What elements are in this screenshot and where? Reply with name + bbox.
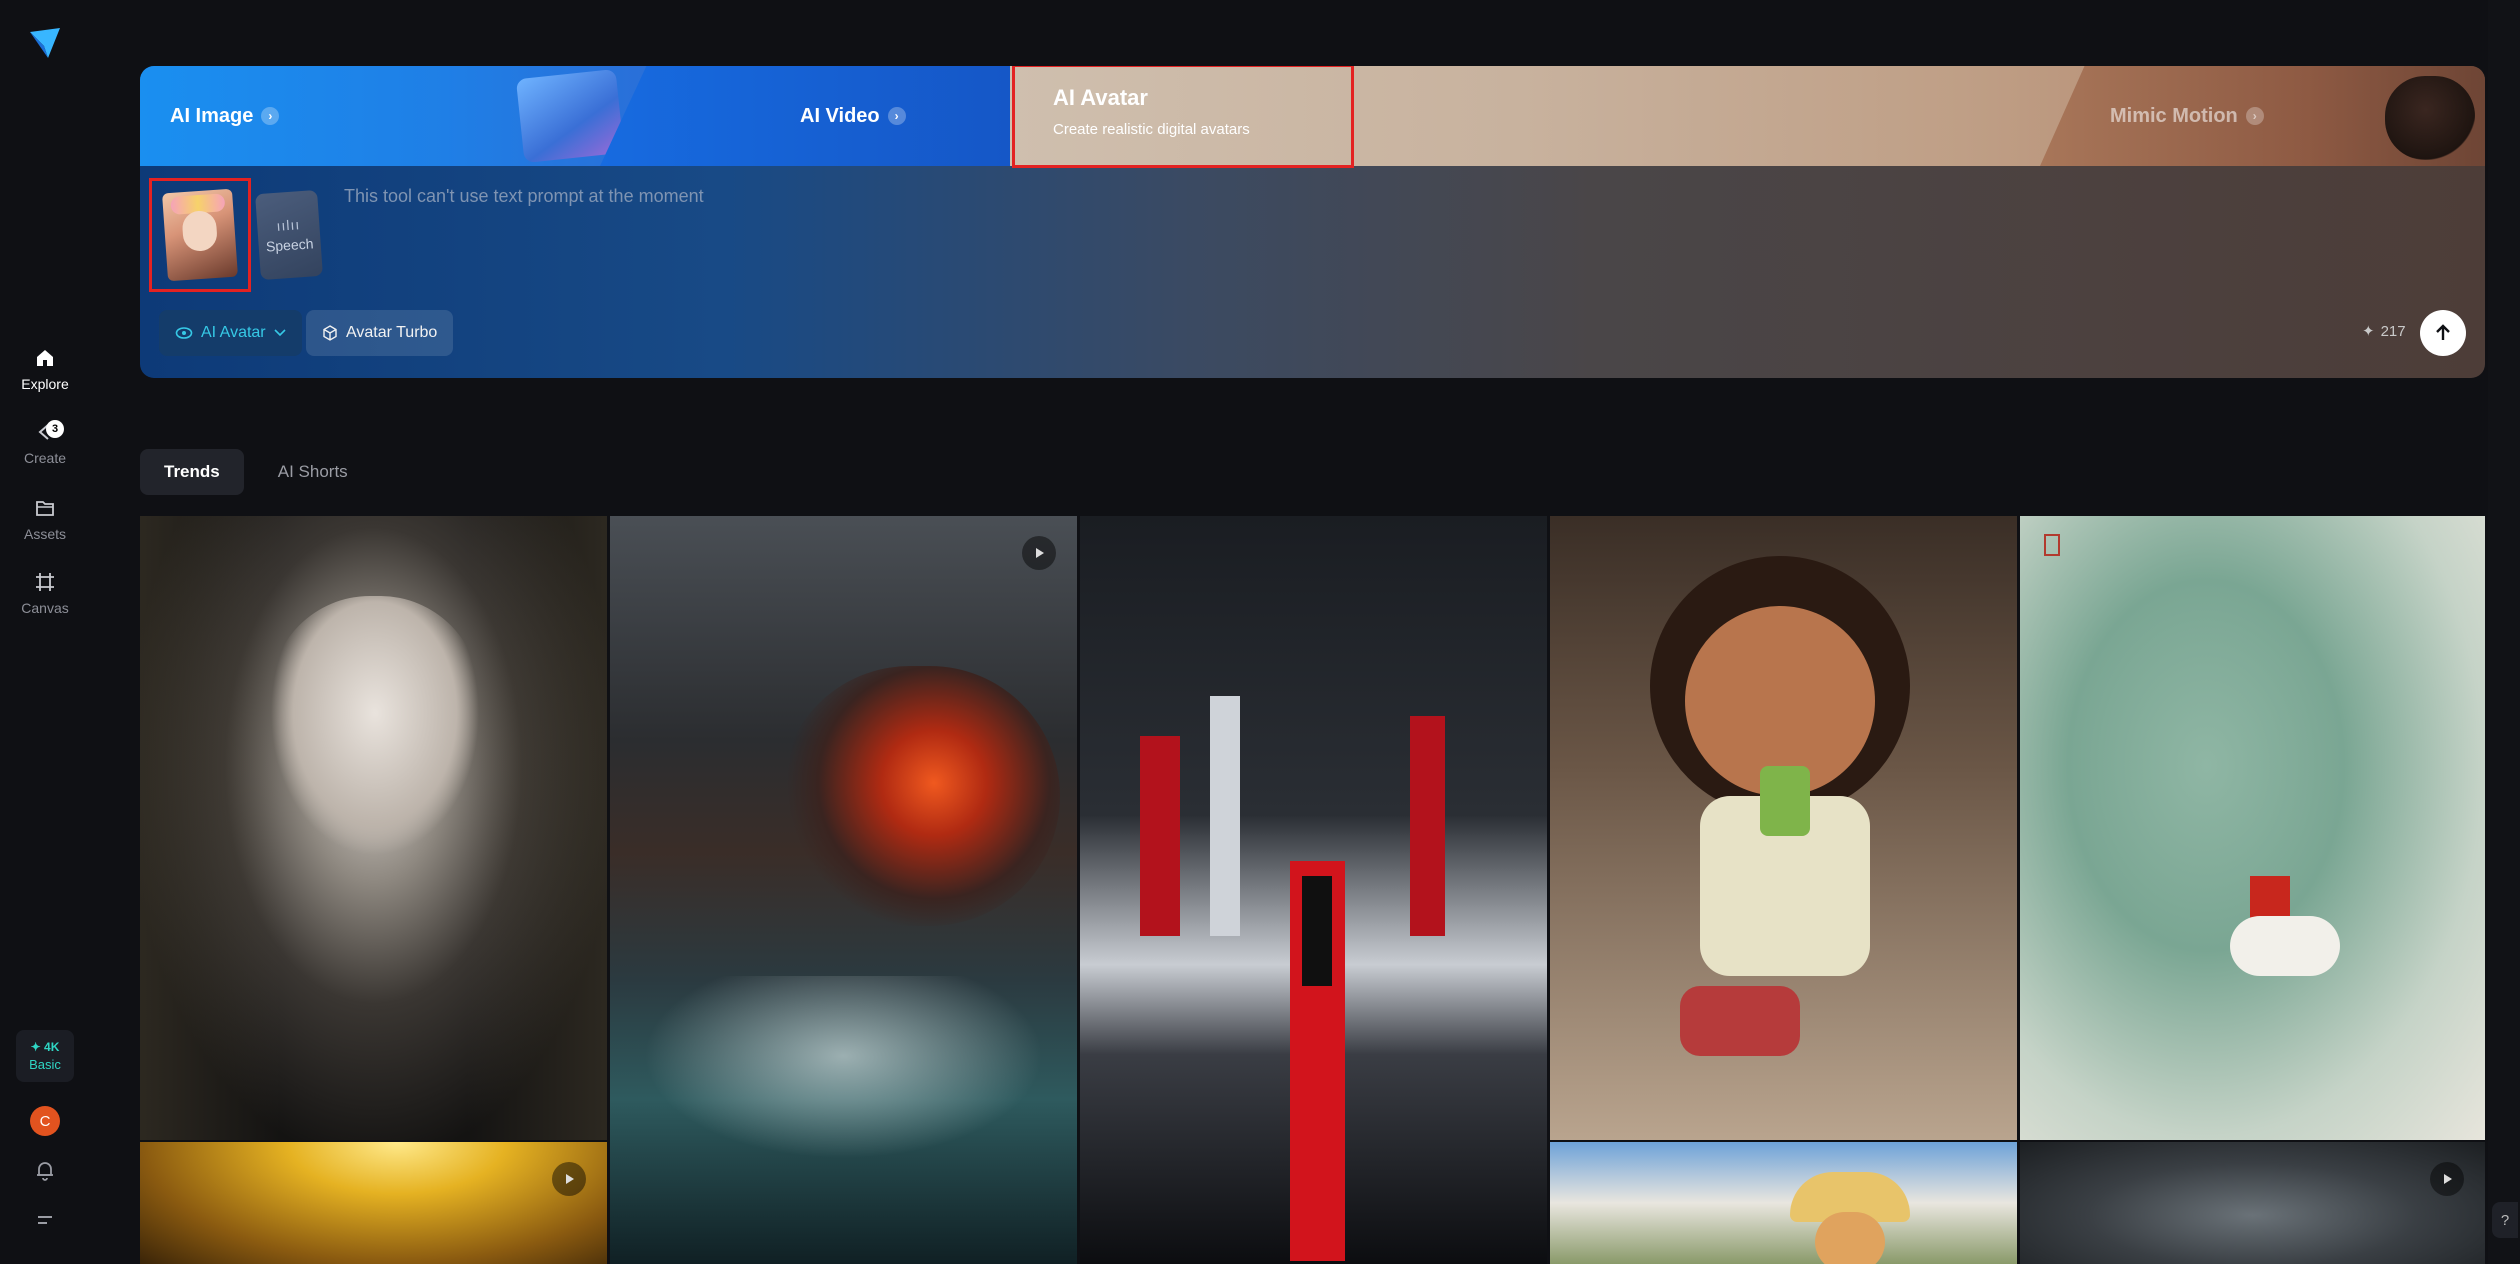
tab-ai-image-label: AI Image › <box>170 104 280 128</box>
plan-credits-value: 4K <box>44 1040 60 1054</box>
cube-icon <box>323 325 337 341</box>
sidebar-item-label: Create <box>23 450 67 466</box>
ai-image-preview <box>515 69 625 163</box>
mimic-preview <box>2385 76 2475 160</box>
uploaded-avatar-photo <box>162 188 238 282</box>
avatar-turbo-label: Avatar Turbo <box>346 324 438 341</box>
chevron-right-icon: › <box>887 107 906 125</box>
sidebar-item-label: Canvas <box>21 600 69 616</box>
tab-trends[interactable]: Trends <box>140 449 244 495</box>
play-icon[interactable] <box>552 1162 586 1196</box>
plan-tier: Basic <box>29 1057 61 1072</box>
chevron-right-icon: › <box>261 107 280 125</box>
menu-icon[interactable] <box>33 1208 57 1232</box>
gallery-tile-golden-cave[interactable] <box>140 1142 607 1264</box>
sidebar: Explore 3 Create Assets Canvas ✦ 4K Basi… <box>0 0 90 1264</box>
sidebar-item-canvas[interactable]: Canvas <box>0 570 90 616</box>
tab-mimic-motion[interactable]: Mimic Motion › <box>2040 66 2485 166</box>
gallery-tile-ink-horse[interactable] <box>2020 516 2485 1140</box>
uploaded-avatar-image[interactable] <box>149 178 251 292</box>
tab-ai-avatar-title: AI Avatar <box>1053 85 1148 110</box>
prompt-input[interactable]: This tool can't use text prompt at the m… <box>344 186 704 207</box>
speech-label: Speech <box>265 235 314 255</box>
sidebar-item-label: Assets <box>23 526 66 542</box>
avatar-turbo-button[interactable]: Avatar Turbo <box>306 310 454 356</box>
sparkle-icon: ✦ <box>2362 323 2375 340</box>
audio-wave-icon: ıılıı <box>275 216 301 234</box>
sidebar-item-create[interactable]: 3 Create <box>0 420 90 466</box>
feed-tabs: Trends AI Shorts <box>140 449 372 495</box>
question-icon: ? <box>2500 1211 2510 1229</box>
chevron-down-icon <box>274 329 286 337</box>
chevron-right-icon: › <box>2245 107 2264 125</box>
model-select-label: AI Avatar <box>201 324 266 341</box>
model-select[interactable]: AI Avatar <box>159 310 302 356</box>
sidebar-item-assets[interactable]: Assets <box>0 496 90 542</box>
gallery-tile-neon-city[interactable] <box>1080 516 1547 1264</box>
eye-icon <box>175 327 193 339</box>
bell-icon[interactable] <box>33 1158 57 1182</box>
tab-ai-video-text: AI Video <box>800 104 880 127</box>
create-badge: 3 <box>46 420 64 438</box>
tab-mimic-motion-label: Mimic Motion › <box>2110 105 2264 128</box>
tab-ai-image-text: AI Image <box>170 104 254 127</box>
gallery-tile-veiled-portrait[interactable] <box>140 516 607 1140</box>
gallery-tile-storm-clouds[interactable] <box>2020 1142 2485 1264</box>
tab-ai-avatar-active[interactable]: AI Avatar Create realistic digital avata… <box>1012 66 1354 168</box>
sidebar-item-label: Explore <box>21 376 69 392</box>
credit-cost-value: 217 <box>2380 322 2406 340</box>
home-icon <box>33 346 57 370</box>
submit-button[interactable] <box>2420 310 2466 356</box>
prompt-area: ıılıı Speech This tool can't use text pr… <box>140 166 2485 378</box>
sidebar-item-explore[interactable]: Explore <box>0 346 90 392</box>
play-icon[interactable] <box>1022 536 1056 570</box>
tab-ai-avatar-subtitle: Create realistic digital avatars <box>1053 121 1250 138</box>
gallery-tile-cartoon-girl[interactable] <box>1550 516 2017 1140</box>
folder-icon <box>33 496 57 520</box>
tab-ai-image[interactable]: AI Image › <box>140 66 650 166</box>
play-icon[interactable] <box>2430 1162 2464 1196</box>
plan-credits: ✦ 4K <box>30 1040 60 1054</box>
help-button[interactable]: ? <box>2492 1202 2518 1238</box>
logo-icon[interactable] <box>28 26 62 60</box>
speech-input-card[interactable]: ıılıı Speech <box>255 189 323 281</box>
plan-badge[interactable]: ✦ 4K Basic <box>16 1030 74 1082</box>
gallery-tile-cat-hat[interactable] <box>1550 1142 2017 1264</box>
gallery-tile-stormy-sea[interactable] <box>610 516 1077 1264</box>
avatar[interactable]: C <box>30 1106 60 1136</box>
tab-ai-video-label: AI Video › <box>800 105 906 128</box>
tab-mimic-motion-text: Mimic Motion <box>2110 104 2238 127</box>
tool-card: AI Image › AI Video › Mimic Motion › ııl… <box>140 66 2485 378</box>
tab-ai-shorts[interactable]: AI Shorts <box>254 449 372 495</box>
credit-cost: ✦ 217 <box>2362 322 2406 341</box>
right-edge-strip <box>2488 0 2520 1264</box>
canvas-icon <box>33 570 57 594</box>
arrow-up-icon <box>2436 324 2450 340</box>
